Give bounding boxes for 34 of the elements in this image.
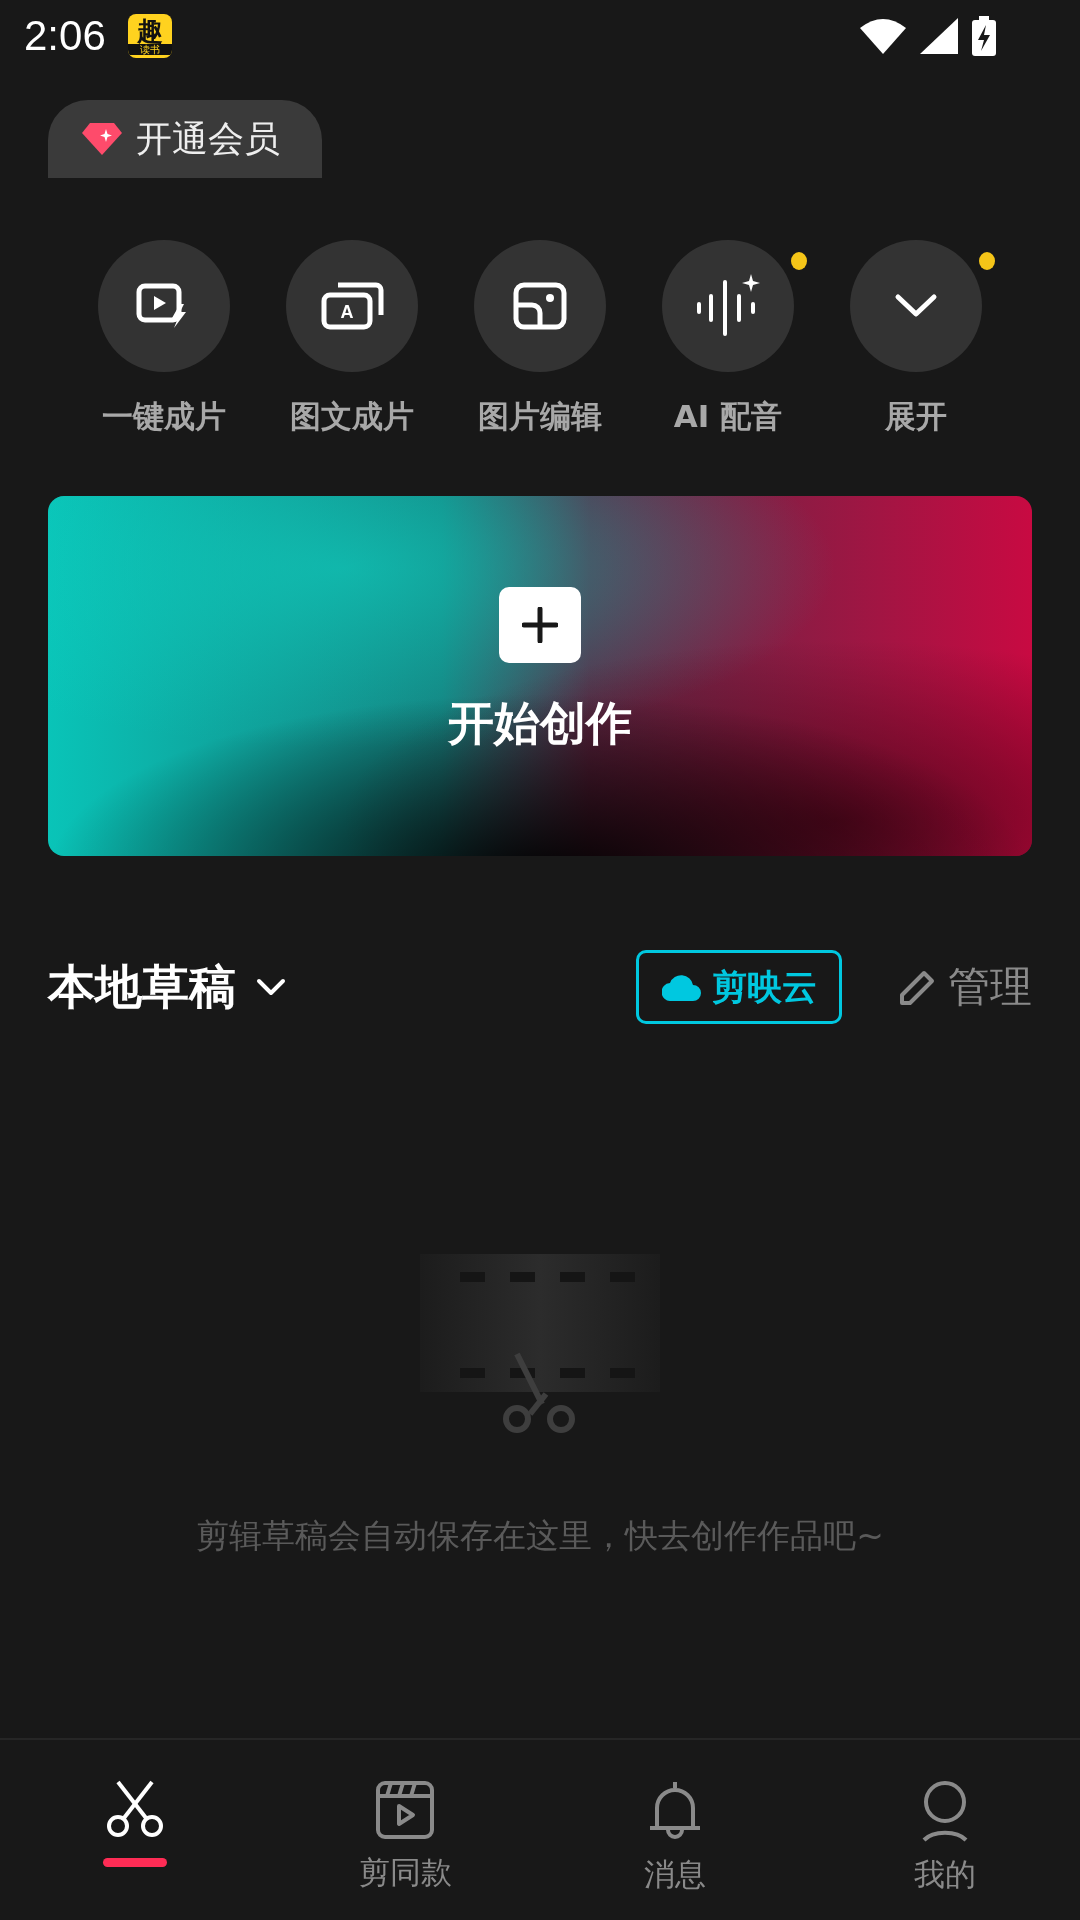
chevron-down-icon [894, 293, 938, 319]
quick-action-label: 图文成片 [290, 397, 414, 436]
empty-message: 剪辑草稿会自动保存在这里，快去创作作品吧~ [196, 1515, 884, 1557]
person-icon [920, 1780, 970, 1842]
nav-tab[interactable]: 消息 [540, 1740, 810, 1920]
wifi-icon [860, 18, 906, 54]
plus-icon [522, 607, 558, 643]
quick-action-label: 图片编辑 [478, 397, 602, 436]
create-banner[interactable]: 开始创作 [48, 496, 1032, 856]
battery-charging-icon [972, 16, 996, 56]
quick-action-label: 一键成片 [102, 397, 226, 436]
drafts-title: 本地草稿 [48, 957, 236, 1016]
manage-button[interactable]: 管理 [898, 959, 1032, 1015]
chevron-down-icon[interactable] [256, 978, 286, 996]
nav-tab[interactable]: 剪同款 [270, 1740, 540, 1920]
status-time: 2:06 [24, 12, 106, 60]
signal-icon [920, 18, 958, 54]
notification-dot [979, 252, 995, 270]
app-notification-icon: 趣 读书 [127, 14, 172, 58]
quick-action-button[interactable]: A [286, 240, 418, 372]
bell-icon [647, 1780, 703, 1842]
cloud-button[interactable]: 剪映云 [636, 950, 842, 1024]
clapper-play-icon [375, 1780, 435, 1840]
banner-title: 开始创作 [448, 695, 632, 752]
nav-tab[interactable]: 我的 [810, 1740, 1080, 1920]
quick-action-label: 展开 [885, 397, 947, 436]
image-icon [512, 281, 568, 331]
quick-action-label: AI 配音 [673, 397, 783, 436]
scissors-icon [104, 1780, 166, 1838]
diamond-icon [82, 123, 122, 155]
cloud-icon [661, 973, 702, 1001]
vip-button[interactable]: 开通会员 [48, 100, 322, 178]
selected-indicator [103, 1858, 167, 1867]
notification-dot [791, 252, 807, 270]
